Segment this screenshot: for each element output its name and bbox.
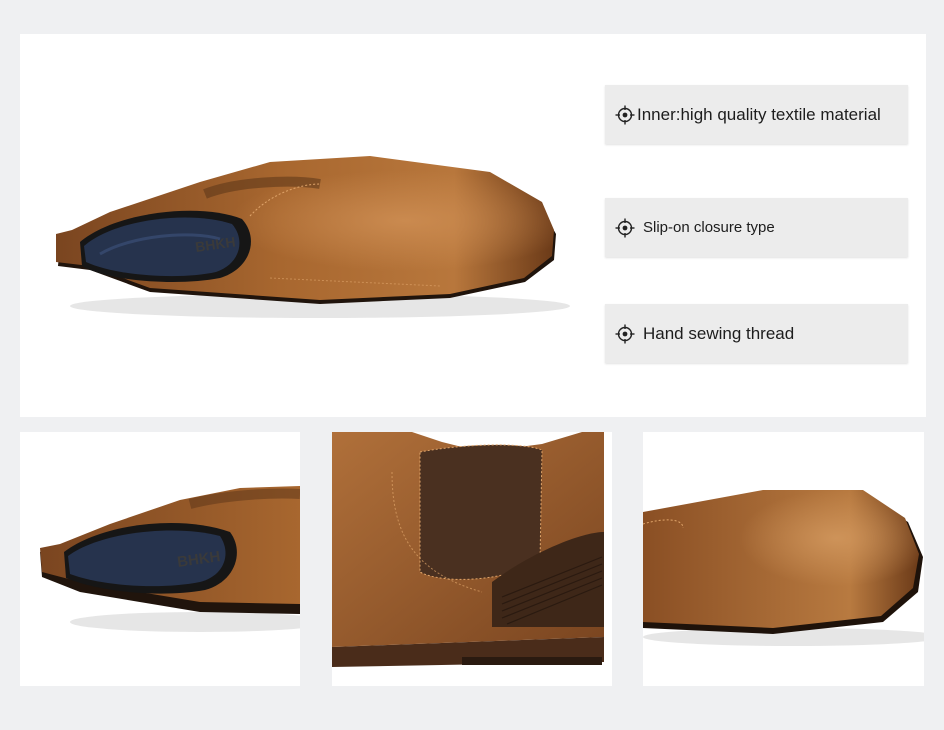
feature-text: Inner:high quality textile material (637, 104, 881, 124)
boot-toe-closeup-image (643, 490, 924, 646)
feature-closure-type: Slip-on closure type (605, 198, 908, 257)
feature-inner-material: Inner:high quality textile material (605, 85, 908, 144)
boot-elastic-panel-image (332, 432, 604, 667)
detail-image-toe (643, 432, 924, 686)
crosshair-bullet-icon (615, 105, 635, 125)
feature-text: Hand sewing thread (643, 323, 795, 343)
feature-sewing-thread: Hand sewing thread (605, 304, 908, 363)
detail-image-opening: BHKH (20, 432, 300, 686)
detail-image-elastic (332, 432, 612, 686)
crosshair-bullet-icon (615, 324, 635, 344)
feature-text: Slip-on closure type (643, 219, 775, 236)
boot-opening-closeup-image: BHKH (40, 486, 300, 632)
crosshair-bullet-icon (615, 218, 635, 238)
